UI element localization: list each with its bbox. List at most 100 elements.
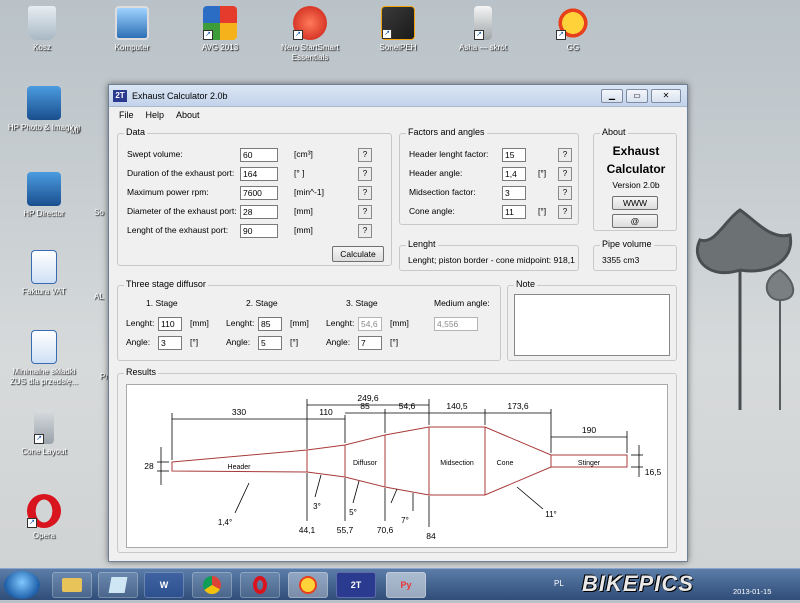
duration-label: Duration of the exhaust port: xyxy=(127,168,235,178)
midsection-factor-input[interactable]: 3 xyxy=(502,186,526,200)
taskbar-word[interactable]: W xyxy=(144,572,184,598)
title-bar[interactable]: 2T Exhaust Calculator 2.0b ▁ ▭ ✕ xyxy=(109,85,687,107)
desktop-icon-hp-director[interactable]: HP Director xyxy=(4,172,84,219)
folder-icon xyxy=(62,578,82,592)
desktop-icon-opera[interactable]: ↗ Opera xyxy=(4,494,84,541)
max-rpm-unit: [min^-1] xyxy=(294,187,324,197)
shortcut-arrow-icon: ↗ xyxy=(556,30,566,40)
help-swept-volume-button[interactable]: ? xyxy=(358,148,372,162)
nero-flame-icon: ↗ xyxy=(293,6,327,40)
duration-input[interactable]: 164 xyxy=(240,167,278,181)
menu-bar: File Help About xyxy=(109,107,687,123)
help-port-diameter-button[interactable]: ? xyxy=(358,205,372,219)
stage-3-angle-label: Angle: xyxy=(326,337,351,347)
cone-angle-input[interactable]: 11 xyxy=(502,205,526,219)
desktop-icon-faktura[interactable]: Faktura VAT xyxy=(4,250,84,297)
language-indicator[interactable]: PL xyxy=(554,579,564,588)
max-rpm-input[interactable]: 7600 xyxy=(240,186,278,200)
results-group: Results 330 110 85 249,6 54,6 140,5 173,… xyxy=(117,367,677,553)
help-port-length-button[interactable]: ? xyxy=(358,224,372,238)
desktop-icon-recycle-bin[interactable]: Kosz xyxy=(2,6,82,53)
taskbar-explorer[interactable] xyxy=(52,572,92,598)
port-length-input[interactable]: 90 xyxy=(240,224,278,238)
help-midsection-button[interactable]: ? xyxy=(558,186,572,200)
www-button[interactable]: WWW xyxy=(612,196,658,210)
port-diameter-input[interactable]: 28 xyxy=(240,205,278,219)
desktop-icon-sonel[interactable]: ↗ SonelPEH xyxy=(358,6,438,53)
length-result: Lenght; piston border - cone midpoint: 9… xyxy=(408,255,575,265)
diffusor-group-title: Three stage diffusor xyxy=(124,279,208,289)
header-length-factor-input[interactable]: 15 xyxy=(502,148,526,162)
desktop-icon-computer[interactable]: Komputer xyxy=(92,6,172,53)
close-button[interactable]: ✕ xyxy=(651,89,681,103)
menu-help[interactable]: Help xyxy=(146,110,165,120)
email-button[interactable]: @ xyxy=(612,214,658,228)
swept-volume-input[interactable]: 60 xyxy=(240,148,278,162)
stage-1-header: 1. Stage xyxy=(146,298,178,308)
stage-3-length-label: Lenght: xyxy=(326,318,355,328)
pipe-volume-group: Pipe volume 3355 cm3 xyxy=(593,239,677,271)
stage-2-angle-input[interactable]: 5 xyxy=(258,336,282,350)
taskbar-opera[interactable] xyxy=(240,572,280,598)
stage-1-length-label: Lenght: xyxy=(126,318,155,328)
stage-1-length-dim: 110 xyxy=(319,407,333,417)
close-icon: ✕ xyxy=(662,91,670,100)
sun-face-icon: ↗ xyxy=(556,6,590,40)
taskbar-gg[interactable] xyxy=(288,572,328,598)
stage-1-length-input[interactable]: 110 xyxy=(158,317,182,331)
taskbar-app[interactable] xyxy=(98,572,138,598)
shortcut-arrow-icon: ↗ xyxy=(293,30,303,40)
stage-2-angle-label: Angle: xyxy=(226,337,251,347)
header-angle-input[interactable]: 1,4 xyxy=(502,167,526,181)
desktop-icon-asha[interactable]: ↗ Asha --- skrót xyxy=(443,6,523,53)
sun-face-icon xyxy=(299,576,317,594)
stage-3-angle-input[interactable]: 7 xyxy=(358,336,382,350)
stage-1-angle-input[interactable]: 3 xyxy=(158,336,182,350)
help-header-angle-button[interactable]: ? xyxy=(558,167,572,181)
calculate-button[interactable]: Calculate xyxy=(332,246,384,262)
clock-date[interactable]: 2013-01-15 xyxy=(733,587,771,596)
shortcut-arrow-icon: ↗ xyxy=(27,518,37,528)
desktop-icon-cone-layout[interactable]: ↗ Cone Layout xyxy=(4,410,84,457)
minimize-icon: ▁ xyxy=(608,91,616,100)
shortcut-arrow-icon: ↗ xyxy=(34,434,44,444)
about-version: Version 2.0b xyxy=(612,180,660,190)
desktop-icon-nero[interactable]: ↗ Nero StartSmart Essentials xyxy=(270,6,350,63)
bikepics-watermark: BIKEPICS xyxy=(582,571,694,596)
max-rpm-label: Maximum power rpm: xyxy=(127,187,209,197)
medium-angle-label: Medium angle: xyxy=(434,298,490,308)
results-group-title: Results xyxy=(124,367,159,377)
stage-3-length-input: 54,6 xyxy=(358,317,382,331)
stinger-length-dim: 190 xyxy=(582,425,596,435)
start-button[interactable] xyxy=(4,571,40,599)
menu-about[interactable]: About xyxy=(176,110,200,120)
note-textarea[interactable] xyxy=(514,294,670,356)
word-document-icon xyxy=(31,330,57,364)
desktop-icon-gg[interactable]: ↗ GG xyxy=(533,6,613,53)
stage-2-length-input[interactable]: 85 xyxy=(258,317,282,331)
port-diameter-unit: [mm] xyxy=(294,206,313,216)
diameter-2-dim: 55,7 xyxy=(337,525,354,535)
desktop-icon-zus[interactable]: Minimalne składki ZUS dla przedsię... xyxy=(4,330,84,387)
minimize-button[interactable]: ▁ xyxy=(601,89,623,103)
menu-file[interactable]: File xyxy=(119,110,134,120)
taskbar-py[interactable]: Py xyxy=(386,572,426,598)
help-max-rpm-button[interactable]: ? xyxy=(358,186,372,200)
help-cone-angle-button[interactable]: ? xyxy=(558,205,572,219)
taskbar-exhaust-calculator[interactable]: 2T xyxy=(336,572,376,598)
help-header-length-button[interactable]: ? xyxy=(558,148,572,162)
stage-2-length-unit: [mm] xyxy=(290,318,309,328)
taskbar-chrome[interactable] xyxy=(192,572,232,598)
swept-volume-unit: [cm³] xyxy=(294,149,313,159)
dimension-lines xyxy=(157,399,643,527)
app-icon xyxy=(108,577,128,593)
help-duration-button[interactable]: ? xyxy=(358,167,372,181)
window-title: Exhaust Calculator 2.0b xyxy=(132,90,228,101)
app-2t-icon: 2T xyxy=(113,89,127,102)
maximize-button[interactable]: ▭ xyxy=(626,89,648,103)
desktop-icon-avg[interactable]: ↗ AVG 2013 xyxy=(180,6,260,53)
stinger-section-label: Stinger xyxy=(578,460,601,467)
diameter-4-dim: 84 xyxy=(426,531,436,541)
desktop-partial-label: MI xyxy=(70,126,79,135)
swept-volume-label: Swept volume: xyxy=(127,149,183,159)
